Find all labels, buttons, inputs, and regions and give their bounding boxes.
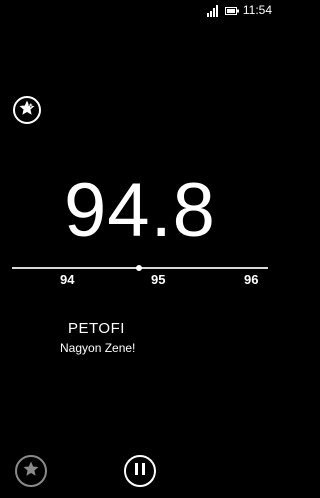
status-bar: 11:54 <box>206 0 280 20</box>
tick-label-96: 96 <box>244 272 259 287</box>
pause-icon <box>133 462 147 481</box>
signal-icon <box>206 4 219 17</box>
add-favorite-button[interactable] <box>13 96 41 124</box>
tick-label-94: 94 <box>60 272 75 287</box>
star-plus-icon <box>18 99 36 122</box>
tick-label-95: 95 <box>151 272 166 287</box>
status-clock: 11:54 <box>242 3 272 17</box>
star-icon <box>22 460 40 483</box>
battery-icon <box>224 4 239 16</box>
frequency-display: 94.8 <box>64 168 216 253</box>
frequency-tuner[interactable]: 94 95 96 <box>12 264 268 296</box>
favorites-button[interactable] <box>15 455 47 487</box>
rds-text: Nagyon Zene! <box>60 341 136 355</box>
pause-button[interactable] <box>124 455 156 487</box>
station-name: PETOFI <box>68 320 125 337</box>
tuner-indicator[interactable] <box>136 265 142 271</box>
